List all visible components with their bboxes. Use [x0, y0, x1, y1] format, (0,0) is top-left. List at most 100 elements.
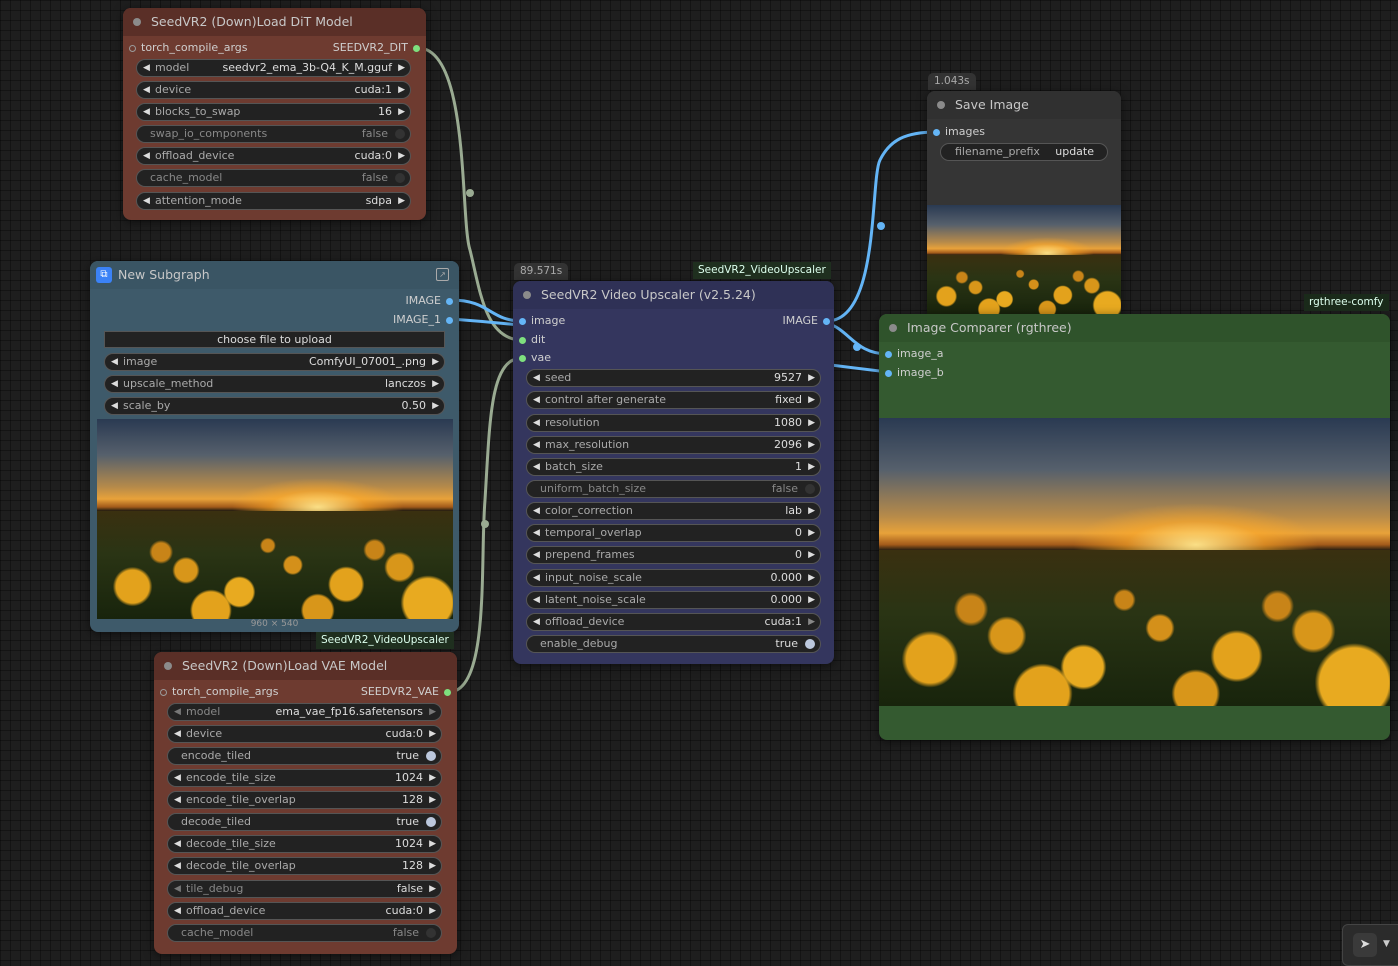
input-vae[interactable]: vae: [518, 349, 651, 367]
widget-input-noise-scale[interactable]: ◀ input_noise_scale 0.000 ▶: [526, 569, 821, 587]
input-image-a[interactable]: image_a: [884, 345, 1017, 363]
input-socket[interactable]: [129, 45, 136, 52]
output-socket[interactable]: [446, 298, 453, 305]
output-socket[interactable]: [413, 45, 420, 52]
input-dit[interactable]: dit: [518, 331, 651, 349]
input-socket[interactable]: [519, 337, 526, 344]
node-title: SeedVR2 (Down)Load VAE Model: [182, 658, 388, 673]
toggle-knob[interactable]: [805, 484, 815, 494]
toggle-cache-model[interactable]: cache_model false: [136, 169, 411, 187]
widget-image[interactable]: ◀ image ComfyUI_07001_.png ▶: [104, 353, 445, 371]
input-socket[interactable]: [519, 355, 526, 362]
subgraph-icon: ⧉: [96, 267, 112, 283]
upscaler-node-header[interactable]: SeedVR2 Video Upscaler (v2.5.24): [513, 281, 834, 309]
widget-tile-debug[interactable]: ◀ tile_debug false ▶: [167, 880, 442, 898]
widget-resolution[interactable]: ◀ resolution 1080 ▶: [526, 414, 821, 432]
toggle-knob[interactable]: [805, 639, 815, 649]
image-preview: [97, 419, 453, 619]
widget-offload-device[interactable]: ◀ offload_device cuda:0 ▶: [167, 902, 442, 920]
widget-filename-prefix[interactable]: filename_prefix update: [940, 143, 1108, 161]
output-image[interactable]: IMAGE: [291, 292, 454, 310]
widget-model[interactable]: ◀ model seedvr2_ema_3b-Q4_K_M.gguf ▶: [136, 59, 411, 77]
toggle-knob[interactable]: [426, 817, 436, 827]
toggle-uniform-batch-size[interactable]: uniform_batch_size false: [526, 480, 821, 498]
input-socket[interactable]: [933, 129, 940, 136]
widget-prepend-frames[interactable]: ◀ prepend_frames 0 ▶: [526, 546, 821, 564]
output-image-1[interactable]: IMAGE_1: [291, 311, 454, 329]
canvas-tool-toggle[interactable]: ➤ ▼: [1342, 924, 1398, 966]
output-socket[interactable]: [823, 318, 830, 325]
output-label: IMAGE: [405, 294, 441, 307]
widget-offload-device[interactable]: ◀ offload_device cuda:1 ▶: [526, 613, 821, 631]
toggle-swap-io-components[interactable]: swap_io_components false: [136, 125, 411, 143]
input-label: dit: [531, 333, 546, 346]
toggle-knob[interactable]: [426, 751, 436, 761]
widget-blocks-to-swap[interactable]: ◀ blocks_to_swap 16 ▶: [136, 103, 411, 121]
input-socket[interactable]: [885, 351, 892, 358]
subgraph-header[interactable]: ⧉ New Subgraph ↗: [90, 261, 459, 289]
comparer-image-preview[interactable]: [879, 418, 1390, 706]
comparer-node-header[interactable]: Image Comparer (rgthree): [879, 314, 1390, 342]
output-socket[interactable]: [446, 317, 453, 324]
chevron-down-icon[interactable]: ▼: [1383, 939, 1390, 949]
widget-scale-by[interactable]: ◀ scale_by 0.50 ▶: [104, 397, 445, 415]
widget-batch-size[interactable]: ◀ batch_size 1 ▶: [526, 458, 821, 476]
toggle-knob[interactable]: [426, 928, 436, 938]
toggle-enable-debug[interactable]: enable_debug true: [526, 635, 821, 653]
input-socket[interactable]: [160, 689, 167, 696]
saved-image-preview: [927, 205, 1121, 314]
input-label: image: [531, 314, 566, 327]
vae-loader-node[interactable]: SeedVR2 (Down)Load VAE Model torch_compi…: [154, 652, 457, 954]
dit-loader-node[interactable]: SeedVR2 (Down)Load DiT Model torch_compi…: [123, 8, 426, 220]
input-image-b[interactable]: image_b: [884, 364, 1017, 382]
vae-node-header[interactable]: SeedVR2 (Down)Load VAE Model: [154, 652, 457, 680]
widget-temporal-overlap[interactable]: ◀ temporal_overlap 0 ▶: [526, 524, 821, 542]
widget-decode-tile-size[interactable]: ◀ decode_tile_size 1024 ▶: [167, 835, 442, 853]
widget-color-correction[interactable]: ◀ color_correction lab ▶: [526, 502, 821, 520]
subgraph-source-tag: SeedVR2_VideoUpscaler: [316, 632, 454, 649]
toggle-encode-tiled[interactable]: encode_tiled true: [167, 747, 442, 765]
widget-encode-tile-size[interactable]: ◀ encode_tile_size 1024 ▶: [167, 769, 442, 787]
node-status-dot: [164, 662, 172, 670]
input-label: torch_compile_args: [172, 685, 279, 698]
output-label: IMAGE_1: [392, 313, 441, 326]
output-image[interactable]: IMAGE: [698, 312, 831, 330]
save-image-node[interactable]: Save Image images filename_prefix update: [927, 91, 1121, 314]
dit-node-header[interactable]: SeedVR2 (Down)Load DiT Model: [123, 8, 426, 36]
widget-max-resolution[interactable]: ◀ max_resolution 2096 ▶: [526, 436, 821, 454]
output-socket[interactable]: [444, 689, 451, 696]
widget-model[interactable]: ◀ model ema_vae_fp16.safetensors ▶: [167, 703, 442, 721]
toggle-cache-model[interactable]: cache_model false: [167, 924, 442, 942]
input-socket[interactable]: [519, 318, 526, 325]
widget-control-after-generate[interactable]: ◀ control after generate fixed ▶: [526, 391, 821, 409]
toggle-decode-tiled[interactable]: decode_tiled true: [167, 813, 442, 831]
input-label: image_b: [897, 366, 944, 379]
wire-upscaler-to-save: [826, 130, 938, 323]
node-title: SeedVR2 Video Upscaler (v2.5.24): [541, 287, 756, 302]
subgraph-node[interactable]: ⧉ New Subgraph ↗ IMAGE IMAGE_1 choose fi…: [90, 261, 459, 632]
widget-upscale-method[interactable]: ◀ upscale_method lanczos ▶: [104, 375, 445, 393]
widget-attention-mode[interactable]: ◀ attention_mode sdpa ▶: [136, 192, 411, 210]
upload-button[interactable]: choose file to upload: [104, 331, 445, 348]
toggle-knob[interactable]: [395, 129, 405, 139]
toggle-knob[interactable]: [395, 173, 405, 183]
output-seedvr2-vae[interactable]: SEEDVR2_VAE: [289, 683, 452, 701]
widget-device[interactable]: ◀ device cuda:1 ▶: [136, 81, 411, 99]
image-comparer-node[interactable]: Image Comparer (rgthree) image_a image_b: [879, 314, 1390, 740]
input-images[interactable]: images: [932, 123, 1065, 141]
input-image[interactable]: image: [518, 312, 651, 330]
cursor-icon[interactable]: ➤: [1353, 933, 1377, 957]
widget-encode-tile-overlap[interactable]: ◀ encode_tile_overlap 128 ▶: [167, 791, 442, 809]
node-status-dot: [889, 324, 897, 332]
widget-latent-noise-scale[interactable]: ◀ latent_noise_scale 0.000 ▶: [526, 591, 821, 609]
output-label: SEEDVR2_VAE: [360, 685, 439, 698]
output-seedvr2-dit[interactable]: SEEDVR2_DIT: [258, 39, 421, 57]
widget-decode-tile-overlap[interactable]: ◀ decode_tile_overlap 128 ▶: [167, 857, 442, 875]
input-socket[interactable]: [885, 370, 892, 377]
video-upscaler-node[interactable]: SeedVR2 Video Upscaler (v2.5.24) image I…: [513, 281, 834, 664]
widget-device[interactable]: ◀ device cuda:0 ▶: [167, 725, 442, 743]
widget-seed[interactable]: ◀ seed 9527 ▶: [526, 369, 821, 387]
save-node-header[interactable]: Save Image: [927, 91, 1121, 119]
widget-offload-device[interactable]: ◀ offload_device cuda:0 ▶: [136, 147, 411, 165]
expand-icon[interactable]: ↗: [436, 268, 449, 281]
